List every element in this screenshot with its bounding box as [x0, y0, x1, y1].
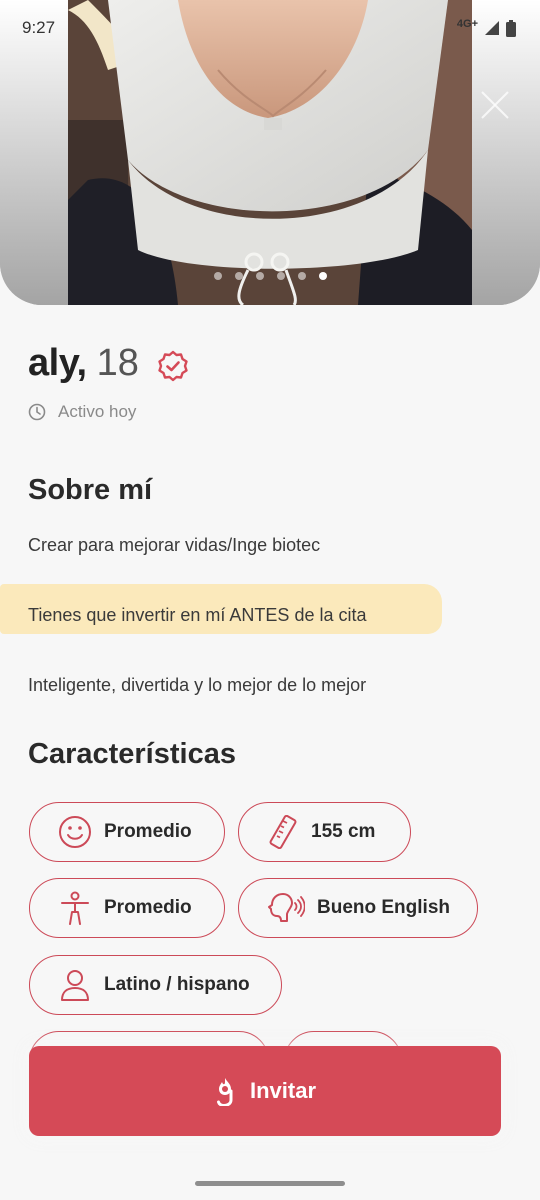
- chip-label: Promedio: [104, 897, 192, 918]
- chip-language[interactable]: Bueno English: [238, 878, 478, 938]
- person-icon: [61, 970, 89, 1001]
- profile-age: 18: [96, 342, 139, 384]
- smile-icon: [59, 816, 91, 848]
- chip-label: Bueno English: [317, 897, 450, 918]
- speech-icon: [268, 893, 305, 922]
- close-icon[interactable]: [478, 88, 512, 122]
- status-bar: 9:27 4G+: [0, 0, 540, 56]
- chip-label: Promedio: [104, 821, 192, 842]
- pagination-dot[interactable]: [255, 272, 264, 280]
- chip-body-type[interactable]: Promedio: [29, 878, 225, 938]
- characteristics-section-title: Características: [28, 738, 236, 770]
- invite-button[interactable]: Invitar: [29, 1046, 501, 1136]
- activity-text: Activo hoy: [58, 402, 137, 421]
- ruler-icon: [269, 815, 297, 849]
- flame-g-icon: [216, 1078, 233, 1106]
- about-section-title: Sobre mí: [28, 474, 153, 506]
- chip-label: 155 cm: [311, 821, 376, 842]
- battery-icon: [506, 19, 516, 37]
- bio-line: Crear para mejorar vidas/Inge biotec: [28, 535, 321, 555]
- pagination-dot[interactable]: [297, 272, 306, 280]
- home-indicator[interactable]: [195, 1181, 345, 1186]
- clock-icon: [28, 403, 46, 421]
- verified-badge-icon: [158, 350, 188, 381]
- pagination-dot[interactable]: [213, 272, 222, 280]
- chip-height[interactable]: 155 cm: [238, 802, 411, 862]
- status-icons: 4G+: [456, 18, 516, 37]
- body-icon: [61, 891, 89, 925]
- chip-label: Latino / hispano: [104, 974, 250, 995]
- profile-name: aly,: [28, 342, 87, 384]
- activity-status: Activo hoy: [28, 402, 136, 422]
- network-type-label: 4G+: [456, 18, 478, 30]
- pagination-dot[interactable]: [234, 272, 243, 280]
- profile-header: aly, 18: [28, 342, 189, 385]
- bio-line: Tienes que invertir en mí ANTES de la ci…: [28, 605, 367, 625]
- photo-pagination-dots[interactable]: [0, 272, 540, 280]
- chip-appearance[interactable]: Promedio: [29, 802, 225, 862]
- pagination-dot-active[interactable]: [318, 272, 327, 280]
- status-time: 9:27: [22, 18, 56, 37]
- chip-ethnicity[interactable]: Latino / hispano: [29, 955, 282, 1015]
- pagination-dot[interactable]: [276, 272, 285, 280]
- signal-icon: [485, 21, 499, 35]
- invite-button-label: Invitar: [249, 1078, 317, 1103]
- profile-photo-area[interactable]: 9:27 4G+: [0, 0, 540, 305]
- bio-line: Inteligente, divertida y lo mejor de lo …: [28, 675, 367, 695]
